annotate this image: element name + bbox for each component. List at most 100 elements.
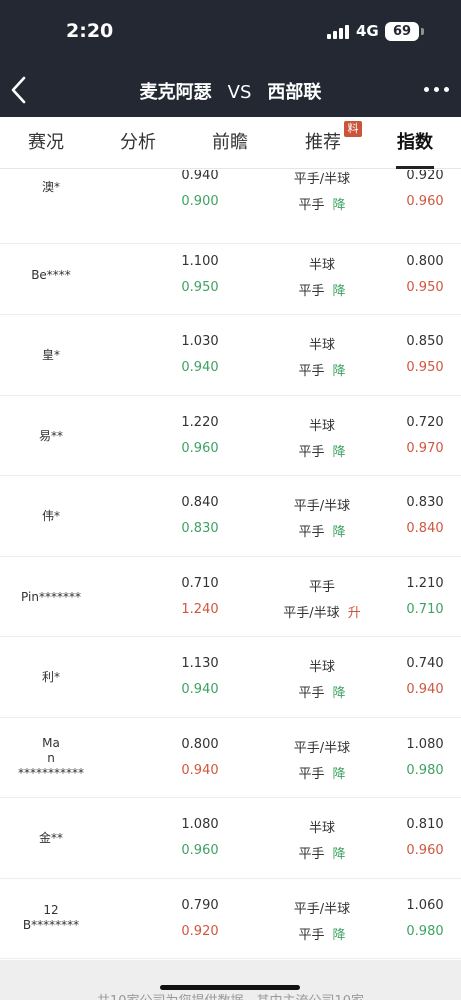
handicap-initial: 平手降 [262, 194, 382, 213]
tab-match-status[interactable]: 赛况 [20, 117, 72, 169]
down-indicator: 降 [332, 928, 346, 943]
handicap-initial-label: 平手 [298, 928, 325, 943]
match-title: 麦克阿瑟 VS 西部联 [0, 78, 461, 104]
company-name: Pin******* [21, 590, 81, 604]
company-name: 易** [38, 429, 63, 443]
handicap-initial-label: 平手 [298, 767, 325, 782]
odds-row[interactable]: 易** 1.220 半球 0.720 0.960 平手降 0.970 [0, 396, 461, 476]
app-header: 2:20 4G 69 麦克阿瑟 VS 西部联 [0, 0, 461, 117]
handicap-initial-label: 平手/半球 [283, 606, 340, 621]
odds-row[interactable]: Ma n *********** 0.800 平手/半球 1.080 0.940… [0, 718, 461, 798]
away-odds-current: 1.060 [406, 898, 444, 913]
company-name-line: B******** [22, 918, 80, 932]
away-odds-current: 0.850 [406, 334, 444, 349]
battery-icon: 69 [385, 22, 419, 41]
odds-row[interactable]: Be**** 1.100 半球 0.800 0.950 平手降 0.950 [0, 235, 461, 315]
away-odds-initial: 0.970 [406, 441, 444, 456]
odds-list: 澳* 0.940 平手/半球 0.920 0.900 平手降 0.960 Be*… [0, 170, 461, 960]
home-odds-current: 0.840 [181, 495, 219, 510]
company-name-line: n [47, 751, 55, 765]
home-indicator[interactable] [160, 985, 300, 990]
away-odds-initial: 0.980 [406, 763, 444, 778]
recommend-badge: 料 [344, 121, 362, 137]
handicap-initial: 平手降 [262, 521, 382, 540]
home-odds-initial: 0.940 [181, 763, 219, 778]
home-odds-current: 1.130 [181, 656, 219, 671]
odds-row[interactable]: 金** 1.080 半球 0.810 0.960 平手降 0.960 [0, 799, 461, 879]
company-name-line: Ma [42, 736, 60, 750]
home-odds-initial: 0.940 [181, 360, 219, 375]
more-button[interactable] [424, 78, 452, 100]
odds-row[interactable]: 12 B******** 0.790 平手/半球 1.060 0.920 平手降… [0, 879, 461, 959]
handicap-initial: 平手降 [262, 843, 382, 862]
handicap-initial-label: 平手 [298, 847, 325, 862]
handicap-current: 半球 [308, 821, 335, 836]
home-odds-initial: 1.240 [181, 602, 219, 617]
away-odds-initial: 0.840 [406, 521, 444, 536]
tab-analysis[interactable]: 分析 [112, 117, 164, 169]
handicap-initial-label: 平手 [298, 525, 325, 540]
handicap-current: 半球 [308, 660, 335, 675]
down-indicator: 降 [332, 284, 346, 299]
tab-bar: 赛况 分析 前瞻 推荐 指数 [0, 117, 461, 169]
down-indicator: 降 [332, 445, 346, 460]
away-odds-initial: 0.710 [406, 602, 444, 617]
footer-summary: 共10家公司为您提供数据，其中主流公司10家 [0, 990, 461, 1000]
home-odds-current: 1.080 [181, 817, 219, 832]
away-odds-current: 1.080 [406, 737, 444, 752]
home-odds-initial: 0.960 [181, 843, 219, 858]
company-name: 皇* [41, 348, 60, 362]
tab-recommend[interactable]: 推荐 [297, 117, 349, 169]
handicap-initial: 平手降 [262, 682, 382, 701]
down-indicator: 降 [332, 525, 346, 540]
away-odds-initial: 0.940 [406, 682, 444, 697]
odds-row[interactable]: 皇* 1.030 半球 0.850 0.940 平手降 0.950 [0, 316, 461, 396]
nav-bar: 麦克阿瑟 VS 西部联 [0, 62, 461, 117]
home-odds-initial: 0.960 [181, 441, 219, 456]
away-odds-current: 0.740 [406, 656, 444, 671]
odds-row[interactable]: 伟* 0.840 平手/半球 0.830 0.830 平手降 0.840 [0, 477, 461, 557]
home-odds-current: 1.220 [181, 415, 219, 430]
handicap-current: 平手/半球 [293, 499, 351, 514]
away-odds-current: 0.800 [406, 254, 444, 269]
home-odds-initial: 0.830 [181, 521, 219, 536]
handicap-initial-label: 平手 [298, 364, 325, 379]
odds-row[interactable]: 利* 1.130 半球 0.740 0.940 平手降 0.940 [0, 638, 461, 718]
company-name: 12 B******** [0, 903, 102, 933]
down-indicator: 降 [332, 767, 346, 782]
footer: 共10家公司为您提供数据，其中主流公司10家 [0, 960, 461, 1000]
away-odds-initial: 0.960 [406, 843, 444, 858]
odds-row[interactable]: 澳* 0.940 平手/半球 0.920 0.900 平手降 0.960 [0, 170, 461, 244]
company-name: Ma n *********** [0, 736, 102, 781]
handicap-current: 平手/半球 [293, 172, 351, 187]
home-odds-current: 0.940 [181, 170, 219, 183]
odds-row[interactable]: Pin******* 0.710 平手 1.210 1.240 平手/半球升 0… [0, 557, 461, 637]
handicap-initial: 平手降 [262, 924, 382, 943]
handicap-current: 平手 [308, 580, 335, 595]
battery-tip [421, 28, 424, 35]
home-odds-initial: 0.900 [181, 194, 219, 209]
away-odds-initial: 0.980 [406, 924, 444, 939]
company-name-line: *********** [18, 766, 84, 780]
handicap-current: 平手/半球 [293, 902, 351, 917]
network-type: 4G [356, 22, 379, 40]
home-team-name: 麦克阿瑟 [139, 82, 212, 103]
home-odds-current: 1.100 [181, 254, 219, 269]
handicap-initial-label: 平手 [298, 445, 325, 460]
company-name-line: 12 [43, 903, 59, 917]
company-name: 金** [38, 831, 63, 845]
away-odds-current: 0.720 [406, 415, 444, 430]
down-indicator: 降 [332, 364, 346, 379]
home-odds-current: 0.710 [181, 576, 219, 591]
tab-odds[interactable]: 指数 [389, 117, 441, 169]
status-bar: 2:20 4G 69 [0, 0, 461, 62]
home-odds-current: 0.800 [181, 737, 219, 752]
away-odds-initial: 0.950 [406, 360, 444, 375]
handicap-initial: 平手降 [262, 280, 382, 299]
down-indicator: 降 [332, 198, 346, 213]
away-odds-initial: 0.950 [406, 280, 444, 295]
vs-label: VS [227, 82, 252, 103]
tab-preview[interactable]: 前瞻 [204, 117, 256, 169]
down-indicator: 降 [332, 686, 346, 701]
away-odds-current: 1.210 [406, 576, 444, 591]
